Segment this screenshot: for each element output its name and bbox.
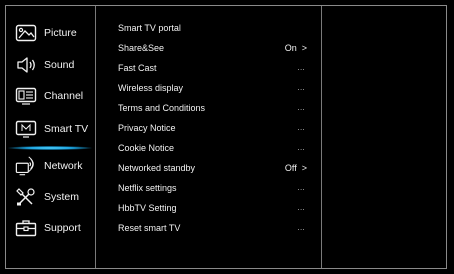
menu-item-wireless-display[interactable]: Wireless display ... bbox=[96, 78, 321, 98]
menu-item-cookie-notice[interactable]: Cookie Notice ... bbox=[96, 138, 321, 158]
active-item-indicator bbox=[8, 146, 92, 150]
menu-item-label: Networked standby bbox=[118, 163, 196, 173]
menu-item-value: ... bbox=[297, 84, 305, 92]
menu-item-hbbtv-setting[interactable]: HbbTV Setting ... bbox=[96, 198, 321, 218]
menu-item-label: Share&See bbox=[118, 43, 165, 53]
menu-item-label: Fast Cast bbox=[118, 63, 157, 73]
sidebar-item-smart-tv[interactable]: Smart TV bbox=[6, 116, 95, 142]
toolbox-icon bbox=[15, 218, 37, 238]
menu-item-value: Off > bbox=[284, 163, 307, 173]
network-icon bbox=[15, 156, 37, 176]
menu-item-label: Netflix settings bbox=[118, 183, 177, 193]
sidebar-item-label: Sound bbox=[44, 59, 75, 71]
sidebar-item-system[interactable]: System bbox=[6, 184, 95, 210]
channel-icon bbox=[15, 86, 37, 106]
tools-icon bbox=[15, 187, 37, 207]
menu-item-value: On > bbox=[284, 43, 307, 53]
detail-panel bbox=[322, 6, 446, 268]
menu-item-value: ... bbox=[297, 124, 305, 132]
sidebar-item-label: Picture bbox=[44, 27, 77, 39]
sidebar-item-label: System bbox=[44, 191, 80, 203]
menu-item-label: Terms and Conditions bbox=[118, 103, 206, 113]
menu-item-value: ... bbox=[297, 204, 305, 212]
tv-settings-frame: Picture Sound Channel Smart TV Network S… bbox=[5, 5, 447, 269]
menu-item-value: ... bbox=[297, 184, 305, 192]
menu-item-netflix-settings[interactable]: Netflix settings ... bbox=[96, 178, 321, 198]
sidebar-item-channel[interactable]: Channel bbox=[6, 83, 95, 109]
menu-item-value: ... bbox=[297, 64, 305, 72]
menu-item-reset-smart-tv[interactable]: Reset smart TV ... bbox=[96, 218, 321, 238]
sidebar-item-label: Network bbox=[44, 160, 83, 172]
sidebar-item-label: Support bbox=[44, 222, 81, 234]
picture-icon bbox=[15, 23, 37, 43]
menu-item-value: ... bbox=[297, 104, 305, 112]
menu-item-value: ... bbox=[297, 144, 305, 152]
menu-item-value: ... bbox=[297, 224, 305, 232]
speaker-icon bbox=[15, 55, 37, 75]
menu-item-privacy-notice[interactable]: Privacy Notice ... bbox=[96, 118, 321, 138]
menu-item-terms-and-conditions[interactable]: Terms and Conditions ... bbox=[96, 98, 321, 118]
settings-sidebar: Picture Sound Channel Smart TV Network S… bbox=[6, 6, 95, 268]
sidebar-item-sound[interactable]: Sound bbox=[6, 52, 95, 78]
menu-item-label: Smart TV portal bbox=[118, 23, 181, 33]
menu-item-networked-standby[interactable]: Networked standby Off > bbox=[96, 158, 321, 178]
sidebar-item-picture[interactable]: Picture bbox=[6, 20, 95, 46]
sidebar-item-network[interactable]: Network bbox=[6, 153, 95, 179]
menu-item-share-and-see[interactable]: Share&See On > bbox=[96, 38, 321, 58]
menu-item-fast-cast[interactable]: Fast Cast ... bbox=[96, 58, 321, 78]
menu-item-label: Reset smart TV bbox=[118, 223, 181, 233]
menu-item-smart-tv-portal[interactable]: Smart TV portal bbox=[96, 18, 321, 38]
menu-item-label: HbbTV Setting bbox=[118, 203, 177, 213]
sidebar-item-support[interactable]: Support bbox=[6, 215, 95, 241]
menu-item-label: Wireless display bbox=[118, 83, 184, 93]
smart-tv-menu: Smart TV portal Share&See On > Fast Cast… bbox=[96, 6, 321, 268]
smart-tv-icon bbox=[15, 119, 37, 139]
sidebar-item-label: Channel bbox=[44, 90, 84, 102]
menu-item-label: Privacy Notice bbox=[118, 123, 176, 133]
menu-item-label: Cookie Notice bbox=[118, 143, 175, 153]
sidebar-item-label: Smart TV bbox=[44, 123, 89, 135]
